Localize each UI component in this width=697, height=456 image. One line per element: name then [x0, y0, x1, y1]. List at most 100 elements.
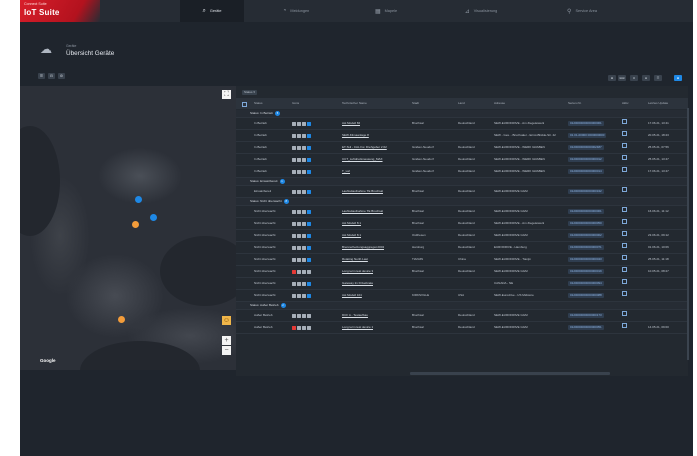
table-row[interactable]: In Betrieb T_vorl Graben-Neudorf Deutschlan…	[236, 166, 688, 178]
column-header[interactable]: Adresse	[494, 98, 505, 109]
breadcrumb[interactable]: Geräte	[66, 44, 76, 48]
active-checkbox[interactable]	[622, 243, 627, 248]
tab-visualisierung[interactable]: ⊿ Visualisierung	[426, 0, 536, 22]
info-icon[interactable]	[307, 233, 311, 238]
active-checkbox-cell[interactable]	[622, 310, 627, 321]
table-row[interactable]: In Betrieb CCT_Luftdruckmessung_MAX Graben…	[236, 154, 688, 166]
table-row[interactable]: Nicht überwacht Ast Modell 8.1 Bruchsal Deu…	[236, 218, 688, 230]
map-marker-orange[interactable]	[118, 316, 125, 323]
column-header[interactable]: Land	[458, 98, 465, 109]
table-row[interactable]: Nicht überwacht Long term test device 3 Br…	[236, 266, 688, 278]
tab-mapele[interactable]: ▦ Mapele	[348, 0, 424, 22]
signal-icon[interactable]	[297, 169, 301, 174]
fullscreen-button[interactable]: ⛶	[222, 90, 231, 99]
active-checkbox-cell[interactable]	[622, 278, 627, 289]
document-icon[interactable]	[302, 245, 306, 250]
active-checkbox[interactable]	[622, 131, 627, 136]
pegman-icon[interactable]: ☺	[222, 316, 231, 325]
info-icon[interactable]	[307, 209, 311, 214]
device-name-link[interactable]: DCF A - Testaufbau	[342, 310, 368, 321]
signal-icon[interactable]	[297, 325, 301, 330]
document-icon[interactable]	[302, 169, 306, 174]
active-checkbox-cell[interactable]	[622, 290, 627, 301]
device-name-link[interactable]: T_vorl	[342, 166, 350, 177]
active-checkbox-cell[interactable]	[622, 186, 627, 197]
alert-icon[interactable]	[292, 221, 296, 226]
device-map[interactable]: ⛶ ☺ + − Google	[20, 86, 236, 370]
alert-icon[interactable]	[292, 145, 296, 150]
signal-icon[interactable]	[297, 257, 301, 262]
active-checkbox-cell[interactable]	[622, 254, 627, 265]
filter-button[interactable]: ⊟	[48, 73, 55, 79]
device-name-link[interactable]: Long term test device 3	[342, 266, 373, 277]
table-row[interactable]: Nicht überwacht Ast Modell 104 KIRKSVILLE U…	[236, 290, 688, 302]
alert-icon[interactable]	[292, 257, 296, 262]
device-name-link[interactable]: Brennerheizungsaggregat 2004	[342, 242, 384, 253]
table-row[interactable]: Nicht überwacht Ast Modell 8.1 Ostfriesen D…	[236, 230, 688, 242]
column-header[interactable]: Icons	[292, 98, 299, 109]
view-button-4[interactable]: ⊟	[642, 75, 650, 81]
group-by-tag[interactable]: Status ▾	[242, 90, 257, 95]
info-icon[interactable]	[307, 269, 311, 274]
document-icon[interactable]	[302, 313, 306, 318]
device-name-link[interactable]: CCT_Luftdruckmessung_MAX	[342, 154, 383, 165]
document-icon[interactable]	[302, 157, 306, 162]
active-checkbox[interactable]	[622, 255, 627, 260]
group-row[interactable]: Status: Außer Betrieb 2	[236, 302, 688, 310]
active-checkbox[interactable]	[622, 155, 627, 160]
table-row[interactable]: Nicht überwacht Laufzeitaufnahme TE Bruch…	[236, 206, 688, 218]
active-checkbox-cell[interactable]	[622, 322, 627, 333]
device-name-link[interactable]: ET-Teil - CAL Fw. Drehgeber 2.62	[342, 142, 387, 153]
info-icon[interactable]	[307, 281, 311, 286]
document-icon[interactable]	[302, 209, 306, 214]
alert-icon[interactable]	[292, 269, 296, 274]
group-row[interactable]: Status: Einsatzbereit 1	[236, 178, 688, 186]
view-button-1[interactable]: ⊞	[608, 75, 616, 81]
active-checkbox-cell[interactable]	[622, 242, 627, 253]
signal-icon[interactable]	[297, 233, 301, 238]
table-row[interactable]: In Betrieb SEW-Klimaanlage 8 SEW - Ges. - …	[236, 130, 688, 142]
map-marker-blue[interactable]	[135, 196, 142, 203]
document-icon[interactable]	[302, 221, 306, 226]
info-icon[interactable]	[307, 145, 311, 150]
signal-icon[interactable]	[297, 245, 301, 250]
table-row[interactable]: In Betrieb Ast Modell 84 Bruchsal Deutschla…	[236, 118, 688, 130]
column-header[interactable]: Status	[254, 98, 263, 109]
active-checkbox[interactable]	[622, 267, 627, 272]
table-row[interactable]: Einsatzbereit Laufzeitaufnahme TE Bruchsa…	[236, 186, 688, 198]
active-checkbox[interactable]	[622, 187, 627, 192]
document-icon[interactable]	[302, 145, 306, 150]
signal-icon[interactable]	[297, 145, 301, 150]
map-marker-blue[interactable]	[150, 214, 157, 221]
signal-icon[interactable]	[297, 269, 301, 274]
device-name-link[interactable]: Gateway 2x Drivebrake	[342, 278, 373, 289]
column-header[interactable]: Serien-Nr.	[568, 98, 582, 109]
alert-icon[interactable]	[292, 209, 296, 214]
alert-icon[interactable]	[292, 281, 296, 286]
column-header[interactable]: Letztes Update	[648, 98, 668, 109]
signal-icon[interactable]	[297, 189, 301, 194]
active-checkbox-cell[interactable]	[622, 118, 627, 129]
tab-geraete[interactable]: ⌕ Geräte	[180, 0, 244, 22]
tab-meldungen[interactable]: ◔ Meldungen	[246, 0, 346, 22]
active-checkbox-cell[interactable]	[622, 142, 627, 153]
device-name-link[interactable]: Ast Modell 8.1	[342, 218, 361, 229]
alert-icon[interactable]	[292, 293, 296, 298]
active-checkbox[interactable]	[622, 291, 627, 296]
device-name-link[interactable]: Ast Modell 8.1	[342, 230, 361, 241]
alert-icon[interactable]	[292, 157, 296, 162]
alert-icon[interactable]	[292, 325, 296, 330]
alert-icon[interactable]	[292, 233, 296, 238]
alert-icon[interactable]	[292, 313, 296, 318]
table-row[interactable]: Nicht überwacht Brennerheizungsaggregat 2…	[236, 242, 688, 254]
info-icon[interactable]	[307, 157, 311, 162]
signal-icon[interactable]	[297, 157, 301, 162]
view-button-2[interactable]: ⊞⊞	[618, 75, 626, 81]
info-icon[interactable]	[307, 293, 311, 298]
signal-icon[interactable]	[297, 221, 301, 226]
info-icon[interactable]	[307, 257, 311, 262]
group-row[interactable]: Status: Nicht überwacht 8	[236, 198, 688, 206]
info-icon[interactable]	[307, 121, 311, 126]
signal-icon[interactable]	[297, 281, 301, 286]
column-header[interactable]: Technischer Name	[342, 98, 367, 109]
